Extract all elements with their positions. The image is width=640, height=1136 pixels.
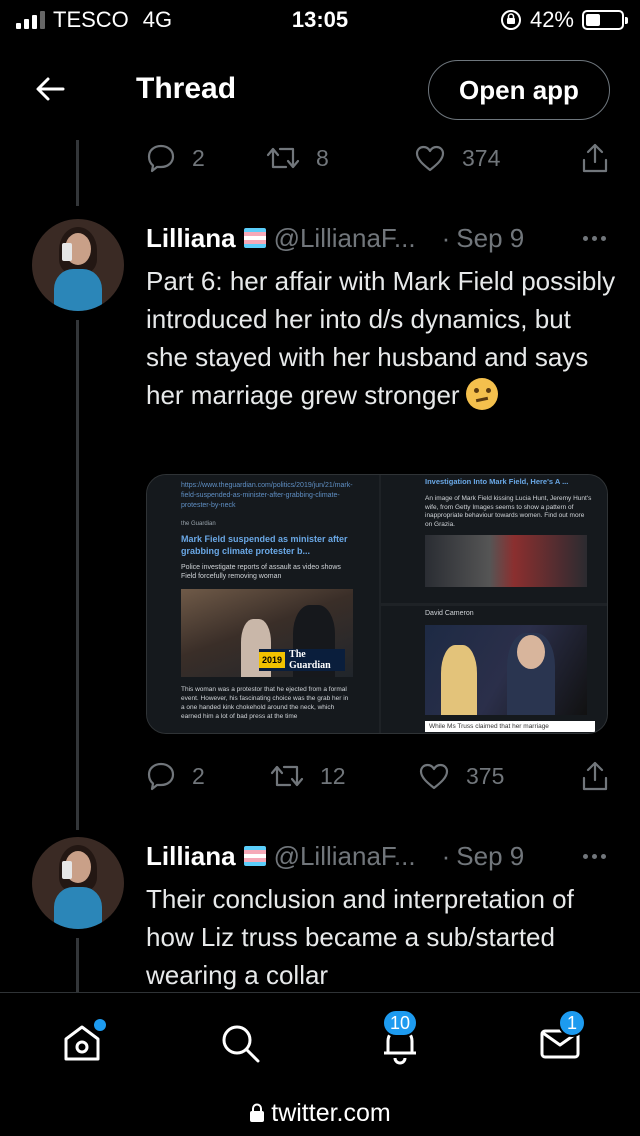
tweet-text: Part 6: her affair with Mark Field possi… (146, 262, 616, 414)
media-photo (425, 625, 587, 715)
back-button[interactable] (20, 59, 80, 119)
messages-badge: 1 (558, 1009, 586, 1037)
share-icon (582, 761, 608, 791)
thread-connector (76, 938, 79, 992)
open-app-button[interactable]: Open app (428, 60, 610, 120)
home-unread-dot (94, 1019, 106, 1031)
status-bar: TESCO 4G 13:05 42% (0, 0, 640, 40)
tab-home[interactable] (54, 1015, 110, 1071)
lock-icon (250, 1103, 265, 1122)
separator-dot: · (441, 840, 451, 871)
share-button[interactable] (580, 142, 610, 174)
logo-year: 2019 (259, 652, 286, 668)
bottom-tab-bar: 10 1 (0, 992, 640, 1090)
app-header: Thread Open app (0, 40, 640, 138)
media-subheadline: Police investigate reports of assault as… (181, 564, 341, 580)
retweet-count: 8 (316, 144, 329, 171)
battery-icon (582, 10, 628, 30)
display-name[interactable]: Lilliana (146, 841, 236, 872)
avatar[interactable] (32, 837, 124, 929)
notifications-badge: 10 (382, 1009, 419, 1037)
page-title: Thread (136, 72, 237, 105)
tweet-body: Part 6: her affair with Mark Field possi… (146, 266, 616, 410)
reply-count: 2 (192, 144, 205, 171)
orientation-lock-icon (500, 10, 521, 30)
tab-search[interactable] (212, 1015, 268, 1071)
reply-icon (147, 144, 175, 173)
media-image-truss[interactable]: David Cameron While Ms Truss claimed tha… (381, 606, 607, 733)
user-handle[interactable]: @LillianaF... (274, 223, 416, 254)
share-icon (582, 143, 608, 173)
battery-fill (586, 14, 601, 26)
browser-url-bar[interactable]: twitter.com (0, 1090, 640, 1136)
media-headline: Mark Field suspended as minister after g… (181, 534, 348, 556)
media-photo: 2019 The Guardian (181, 589, 353, 677)
display-name[interactable]: Lilliana (146, 223, 236, 254)
network-type: 4G (142, 7, 173, 32)
retweet-button[interactable]: 8 (266, 145, 414, 172)
retweet-icon (266, 147, 300, 169)
tweet-text: Their conclusion and interpretation of h… (146, 884, 574, 990)
url-domain: twitter.com (271, 1098, 391, 1127)
more-options-icon[interactable] (583, 853, 606, 859)
like-count: 375 (466, 762, 505, 789)
logo-brand: The Guardian (289, 649, 331, 671)
media-caption: This woman was a protestor that he eject… (181, 686, 349, 720)
tweet-header: Lilliana @LillianaF... · Sep 9 (146, 836, 610, 876)
user-handle[interactable]: @LillianaF... (274, 841, 416, 872)
arrow-left-icon (36, 77, 65, 101)
signal-strength-icon (16, 11, 45, 29)
tweet-date[interactable]: Sep 9 (456, 223, 524, 254)
trans-flag-icon (243, 846, 266, 866)
tweet-actions: 2 8 374 (146, 138, 610, 178)
media-image-grazia[interactable]: Investigation Into Mark Field, Here's A … (381, 475, 607, 603)
like-button[interactable]: 374 (414, 144, 574, 172)
media-source: the Guardian (181, 521, 216, 527)
guardian-logo: 2019 The Guardian (259, 649, 345, 671)
retweet-count: 12 (320, 762, 346, 789)
thinking-face-icon (465, 378, 498, 410)
retweet-button[interactable]: 12 (270, 763, 418, 790)
tweet-media[interactable]: https://www.theguardian.com/politics/201… (146, 474, 608, 734)
media-text: David Cameron (425, 610, 474, 617)
avatar[interactable] (32, 219, 124, 311)
tab-messages[interactable]: 1 (532, 1009, 588, 1071)
reply-button[interactable]: 2 (146, 143, 266, 173)
media-text: An image of Mark Field kissing Lucia Hun… (425, 495, 592, 528)
media-title: Investigation Into Mark Field, Here's A … (425, 477, 569, 486)
tweet-header: Lilliana @LillianaF... · Sep 9 (146, 218, 610, 258)
separator-dot: · (441, 222, 451, 253)
battery-percent: 42% (529, 7, 574, 32)
heart-icon (419, 763, 449, 790)
reply-icon (147, 762, 175, 791)
media-caption: While Ms Truss claimed that her marriage (425, 721, 595, 732)
thread-connector (76, 320, 79, 830)
tweet-actions: 2 12 375 (146, 756, 610, 796)
reply-button[interactable]: 2 (146, 761, 270, 791)
trans-flag-icon (243, 228, 266, 248)
like-count: 374 (462, 144, 501, 171)
search-icon (222, 1025, 260, 1063)
more-options-icon[interactable] (583, 235, 606, 241)
share-button[interactable] (580, 760, 610, 792)
carrier-name: TESCO (53, 7, 129, 32)
media-photo (425, 535, 587, 587)
media-image-guardian[interactable]: https://www.theguardian.com/politics/201… (147, 475, 379, 733)
retweet-icon (270, 765, 304, 787)
heart-icon (415, 145, 445, 172)
reply-count: 2 (192, 762, 205, 789)
tab-notifications[interactable]: 10 (372, 1009, 428, 1071)
media-url-text: https://www.theguardian.com/politics/201… (181, 482, 353, 509)
tweet-date[interactable]: Sep 9 (456, 841, 524, 872)
like-button[interactable]: 375 (418, 762, 578, 790)
thread-connector (76, 140, 79, 206)
